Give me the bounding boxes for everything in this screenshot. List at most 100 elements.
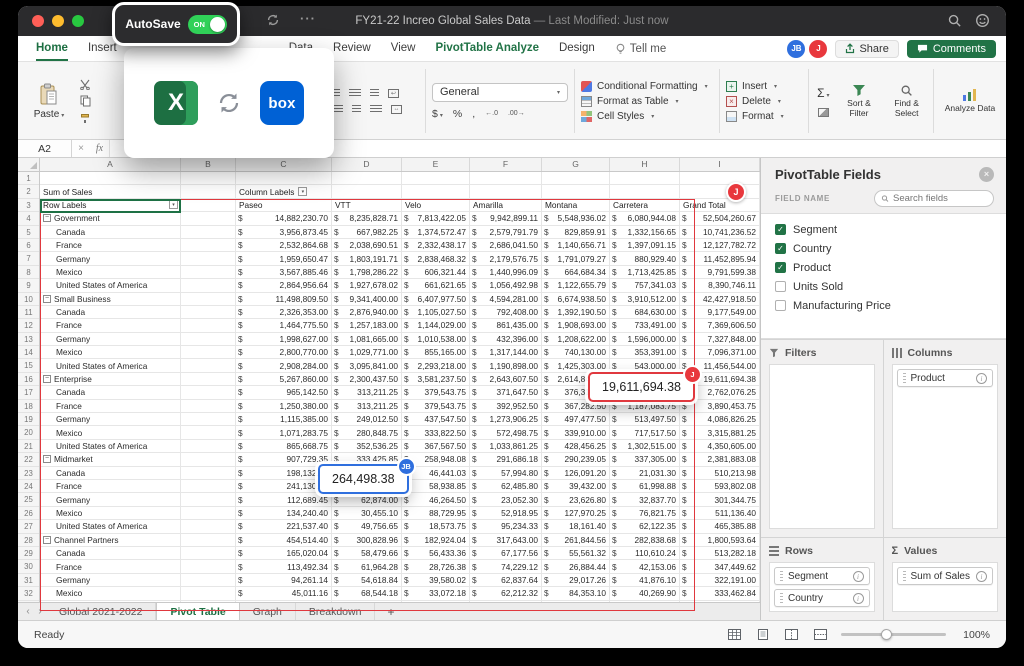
grid-cell[interactable] (181, 239, 236, 252)
column-header-e[interactable]: E (402, 158, 470, 171)
grid-cell[interactable]: $339,910.00 (542, 426, 610, 439)
grid-cell[interactable]: $291,686.18 (470, 453, 542, 466)
grid-cell[interactable]: Germany (40, 493, 181, 506)
field-chip-segment[interactable]: Segmenti (774, 567, 870, 585)
grid-cell[interactable] (181, 467, 236, 480)
collapse-icon[interactable]: − (43, 455, 51, 463)
grid-cell[interactable] (181, 453, 236, 466)
zoom-slider[interactable] (841, 633, 946, 636)
grid-cell[interactable]: $3,910,512.00 (610, 293, 680, 306)
grid-cell[interactable]: $7,369,606.50 (680, 319, 760, 332)
grid-cell[interactable] (181, 373, 236, 386)
grid-cell[interactable]: $352,536.25 (332, 440, 402, 453)
grid-cell[interactable]: $664,684.34 (542, 266, 610, 279)
grid-cell[interactable]: $74,229.12 (470, 560, 542, 573)
grid-cell[interactable]: $3,567,885.46 (236, 266, 332, 279)
field-row-product[interactable]: ✓Product (761, 258, 1006, 277)
grid-cell[interactable]: $33,072.18 (402, 587, 470, 600)
grid-cell[interactable]: $337,305.00 (610, 453, 680, 466)
grid-cell[interactable]: $47,929.38 (610, 601, 680, 603)
info-icon[interactable]: i (976, 373, 987, 384)
grid-cell[interactable]: $1,397,091.15 (610, 239, 680, 252)
grid-cell[interactable]: $7,813,422.05 (402, 212, 470, 225)
grid-cell[interactable]: Mexico (40, 346, 181, 359)
grid-cell[interactable] (680, 185, 760, 198)
grid-cell[interactable]: France (40, 239, 181, 252)
sheet-tab-breakdown[interactable]: Breakdown (296, 603, 376, 620)
format-cells-button[interactable]: Format▾ (726, 111, 802, 122)
row-header-21[interactable]: 21 (18, 440, 39, 453)
grid-cell[interactable]: United States of America (40, 279, 181, 292)
grid-cell[interactable]: France (40, 560, 181, 573)
grid-cell[interactable]: $2,800,770.00 (236, 346, 332, 359)
grid-cell[interactable] (181, 333, 236, 346)
grid-cell[interactable]: −Midmarket (40, 453, 181, 466)
grid-cell[interactable]: $1,140,656.71 (542, 239, 610, 252)
grid-cell[interactable]: $8,390,746.11 (680, 279, 760, 292)
grid-cell[interactable] (181, 534, 236, 547)
prev-sheet-icon[interactable]: ‹ (22, 603, 34, 620)
grid-cell[interactable]: $2,332,438.17 (402, 239, 470, 252)
grid-cell[interactable] (181, 413, 236, 426)
grid-cell[interactable] (181, 426, 236, 439)
grid-cell[interactable] (181, 266, 236, 279)
grid-cell[interactable]: $2,179,576.75 (470, 252, 542, 265)
number-format-select[interactable]: General▾ (432, 83, 568, 102)
row-header-8[interactable]: 8 (18, 266, 39, 279)
grid-cell[interactable]: $42,427,918.50 (680, 293, 760, 306)
sheet-tab-graph[interactable]: Graph (240, 603, 296, 620)
filters-dropzone[interactable] (769, 364, 875, 529)
grid-cell[interactable]: $465,385.88 (680, 520, 760, 533)
grid-cell[interactable]: $880,929.40 (610, 252, 680, 265)
grid-cell[interactable]: Germany (40, 413, 181, 426)
field-row-country[interactable]: ✓Country (761, 239, 1006, 258)
grid-cell[interactable]: −Small Business (40, 293, 181, 306)
grid-cell[interactable]: $76,821.75 (610, 507, 680, 520)
info-icon[interactable]: i (853, 571, 864, 582)
grid-cell[interactable] (181, 293, 236, 306)
grid-cell[interactable]: $68,544.18 (332, 587, 402, 600)
grid-cell[interactable]: $42,153.06 (610, 560, 680, 573)
row-header-27[interactable]: 27 (18, 520, 39, 533)
grid-cell[interactable]: $3,581,237.50 (402, 373, 470, 386)
row-header-15[interactable]: 15 (18, 359, 39, 372)
info-icon[interactable]: i (976, 571, 987, 582)
grid-cell[interactable]: $1,803,191.71 (332, 252, 402, 265)
grid-cell[interactable]: $58,938.85 (402, 480, 470, 493)
grid-cell[interactable]: $1,033,861.25 (470, 440, 542, 453)
grid-cell[interactable]: $317,643.00 (470, 534, 542, 547)
row-header-23[interactable]: 23 (18, 467, 39, 480)
grid-cell[interactable]: $733,491.00 (610, 319, 680, 332)
cell-name-box[interactable]: A2 (18, 140, 72, 157)
grid-cell[interactable]: Montana (542, 199, 610, 212)
fill-icon[interactable] (818, 108, 829, 117)
grid-cell[interactable]: $62,837.64 (470, 574, 542, 587)
grid-cell[interactable]: $23,626.80 (542, 493, 610, 506)
grid-cell[interactable]: $437,547.50 (402, 413, 470, 426)
grid-cell[interactable]: Velo (402, 199, 470, 212)
grid-cell[interactable]: $1,800,593.64 (680, 534, 760, 547)
grid-cell[interactable]: $49,756.65 (332, 520, 402, 533)
grid-cell[interactable]: $4,594,281.00 (470, 293, 542, 306)
grid-cell[interactable]: $2,908,284.00 (236, 359, 332, 372)
grid-cell[interactable]: $5,548,936.02 (542, 212, 610, 225)
grid-cell[interactable] (542, 185, 610, 198)
grid-cell[interactable]: $606,321.44 (402, 266, 470, 279)
grid-cell[interactable]: Canada (40, 547, 181, 560)
sheet-tab-pivot-table[interactable]: Pivot Table (156, 603, 239, 620)
grid-cell[interactable]: $41,876.10 (610, 574, 680, 587)
grid-cell[interactable]: $1,713,425.85 (610, 266, 680, 279)
grid-cell[interactable]: United States of America (40, 440, 181, 453)
grid-cell[interactable]: $9,791,599.38 (680, 266, 760, 279)
collapse-icon[interactable]: − (43, 375, 51, 383)
row-header-3[interactable]: 3 (18, 199, 39, 212)
increase-decimal-button[interactable]: ←.0 (485, 110, 498, 117)
grid-cell[interactable]: $52,504,260.67 (680, 212, 760, 225)
grid-cell[interactable]: $221,537.40 (236, 520, 332, 533)
grid-cell[interactable]: $290,239.05 (542, 453, 610, 466)
grid-cell[interactable]: $543,000.00 (610, 359, 680, 372)
search-fields-box[interactable] (874, 190, 994, 207)
next-sheet-icon[interactable]: › (34, 603, 46, 620)
row-header-4[interactable]: 4 (18, 212, 39, 225)
grid-cell[interactable]: VTT (332, 199, 402, 212)
